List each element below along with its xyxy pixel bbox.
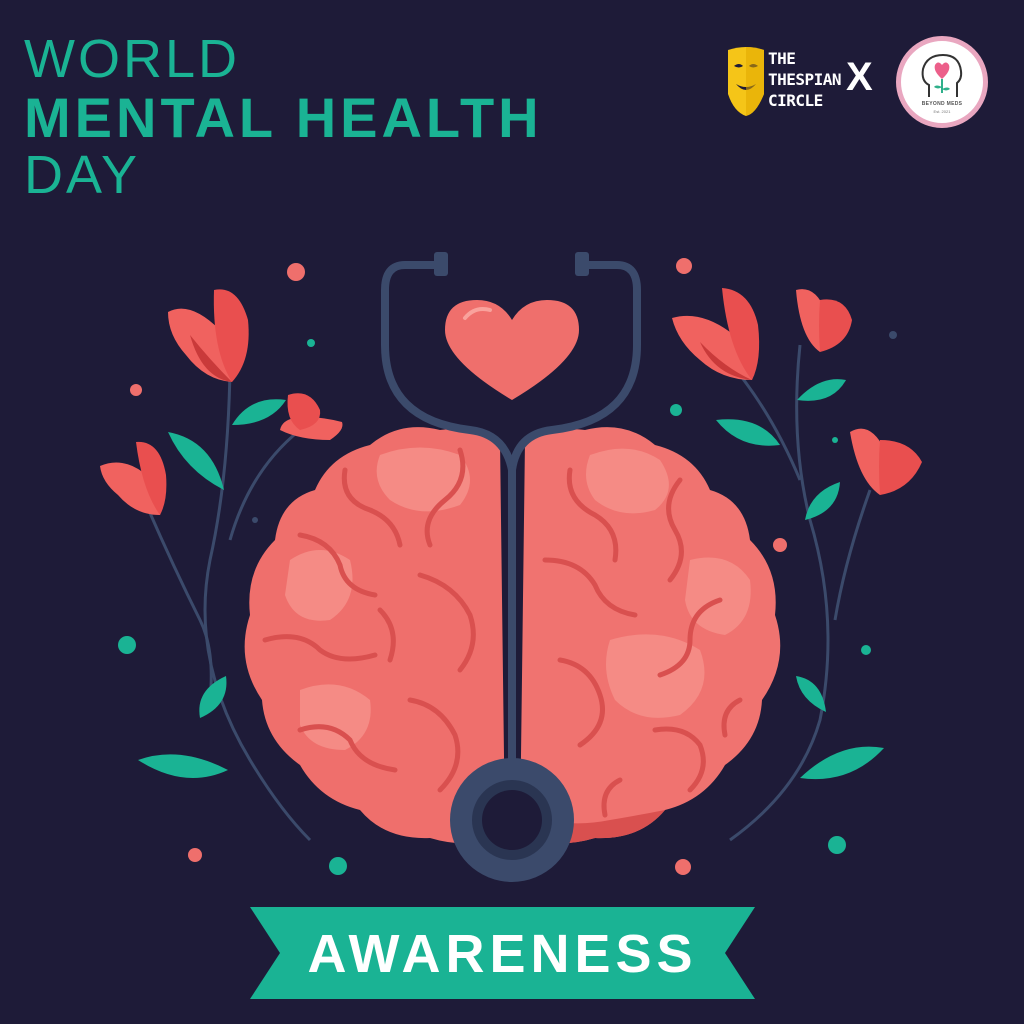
leaf-icon xyxy=(797,379,846,401)
heart-icon xyxy=(445,300,579,400)
leaf-icon xyxy=(805,482,840,520)
leaf-icon xyxy=(138,754,228,778)
tulip-icon xyxy=(850,428,922,495)
leaf-icon xyxy=(199,676,227,718)
tulip-icon xyxy=(168,289,249,382)
leaf-icon xyxy=(800,746,884,780)
leaf-icon xyxy=(796,676,826,712)
tulip-icon xyxy=(280,393,343,440)
awareness-label: AWARENESS xyxy=(307,924,698,984)
leaf-icon xyxy=(168,432,224,490)
tulip-icon xyxy=(100,441,167,515)
tulip-icon xyxy=(796,289,852,352)
leaf-icon xyxy=(232,399,286,425)
leaf-icon xyxy=(716,419,780,446)
mental-health-illustration xyxy=(100,252,922,882)
tulip-icon xyxy=(672,288,760,380)
